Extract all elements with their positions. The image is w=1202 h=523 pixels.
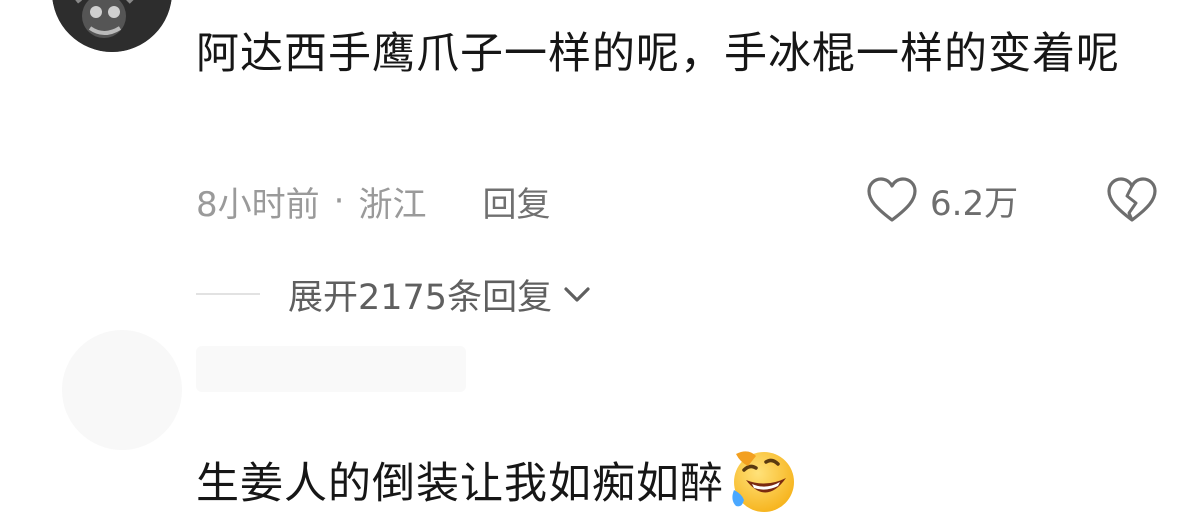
- meta-separator: ·: [333, 181, 345, 221]
- broken-heart-icon: [1107, 177, 1157, 222]
- reply-button[interactable]: 回复: [482, 177, 550, 226]
- comment-text: 阿达西手鹰爪子一样的呢，手冰棍一样的变着呢: [196, 29, 1120, 79]
- comment-time: 8小时前: [196, 184, 320, 225]
- avatar[interactable]: [52, 0, 172, 52]
- username-placeholder: [196, 346, 466, 392]
- expand-divider: [196, 293, 260, 295]
- dislike-button[interactable]: [1106, 172, 1158, 228]
- heart-outline-icon: [867, 177, 917, 222]
- chevron-down-icon: [564, 287, 590, 302]
- comment-text: 生姜人的倒装让我如痴如醉: [196, 459, 724, 509]
- expand-replies-button[interactable]: 展开2175条回复: [196, 266, 594, 322]
- expand-replies-label: 展开2175条回复: [288, 277, 553, 318]
- comment-meta: 8小时前 · 浙江 回复: [196, 176, 550, 226]
- comment-location: 浙江: [358, 184, 427, 225]
- like-button[interactable]: 6.2万: [866, 172, 1018, 228]
- rolling-laughing-emoji: [732, 451, 794, 512]
- comment-text-2: 生姜人的倒装让我如痴如醉: [196, 440, 798, 520]
- avatar[interactable]: [62, 330, 182, 450]
- like-count: 6.2万: [930, 183, 1019, 224]
- avatar-image: [52, 0, 172, 52]
